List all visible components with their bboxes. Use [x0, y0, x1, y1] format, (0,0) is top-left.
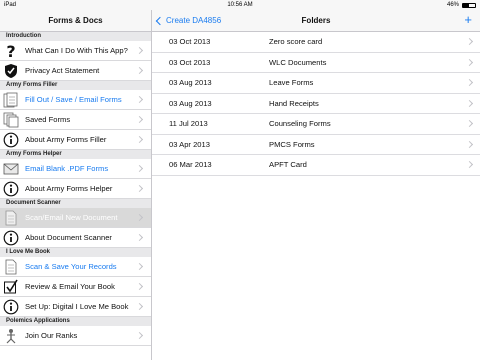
folder-name: Hand Receipts [269, 98, 319, 108]
info-icon [3, 181, 19, 197]
sidebar-item-label: About Army Forms Filler [25, 135, 107, 144]
folder-row[interactable]: 03 Oct 2013 WLC Documents [152, 53, 480, 73]
chevron-right-icon [135, 135, 144, 144]
folder-row[interactable]: 03 Oct 2013 Zero score card [152, 32, 480, 53]
detail-navbar: Create DA4856 Folders + [152, 10, 480, 32]
folder-row[interactable]: 03 Apr 2013 PMCS Forms [152, 135, 480, 155]
folder-name: Zero score card [269, 37, 323, 46]
chevron-right-icon [135, 184, 144, 193]
checkbox-icon [3, 279, 19, 295]
chevron-right-icon [135, 262, 144, 271]
chevron-right-icon [465, 140, 474, 148]
chevron-right-icon [135, 331, 144, 340]
section-header: Polemics Applications [0, 317, 151, 326]
chevron-right-icon [135, 213, 144, 222]
chevron-right-icon [135, 115, 144, 124]
sidebar-item-email-blank-pdf-forms[interactable]: Email Blank .PDF Forms [0, 159, 151, 179]
sidebar-item-about-army-forms-filler[interactable]: About Army Forms Filler [0, 130, 151, 150]
sidebar-item-privacy-act-statement[interactable]: Privacy Act Statement [0, 61, 151, 81]
sidebar-item-label: Saved Forms [25, 115, 71, 124]
sidebar-item-scan-save-your-records[interactable]: Scan & Save Your Records [0, 257, 151, 277]
sidebar-item-label: Scan/Email New Document [25, 213, 118, 222]
question-mark-icon: ? [3, 43, 19, 59]
sidebar-title: Forms & Docs [48, 16, 103, 25]
folder-list[interactable]: 03 Oct 2013 Zero score card 03 Oct 2013 WLC… [152, 32, 480, 360]
chevron-right-icon [465, 119, 474, 128]
section-header: Introduction [0, 32, 151, 41]
sidebar-item-label: Scan & Save Your Records [25, 262, 117, 271]
folder-date: 11 Jul 2013 [169, 119, 208, 128]
chevron-right-icon [465, 78, 474, 87]
folder-name: Counseling Forms [269, 119, 331, 128]
chevron-right-icon [135, 302, 144, 311]
svg-text:?: ? [6, 43, 15, 59]
section-header: I Love Me Book [0, 248, 151, 257]
sidebar-navbar: Forms & Docs [0, 10, 151, 32]
add-folder-button[interactable]: + [464, 10, 472, 30]
folder-row[interactable]: 03 Aug 2013 Leave Forms [152, 73, 480, 94]
folder-name: Leave Forms [269, 78, 314, 87]
soldier-icon [3, 328, 19, 344]
sidebar-item-label: Fill Out / Save / Email Forms [25, 95, 122, 104]
chevron-right-icon [135, 66, 144, 75]
sidebar-item-label: About Army Forms Helper [25, 184, 113, 193]
chevron-right-icon [135, 282, 144, 291]
sidebar-item-what-can-i-do-with-this-app[interactable]: ? What Can I Do With This App? [0, 41, 151, 61]
sidebar[interactable]: Introduction? What Can I Do With This App… [0, 32, 151, 360]
clock: 10:56 AM [227, 2, 253, 8]
sidebar-item-join-our-ranks[interactable]: Join Our Ranks [0, 326, 151, 346]
page-title: Folders [301, 16, 331, 25]
folder-row[interactable]: 03 Aug 2013 Hand Receipts [152, 94, 480, 114]
section-header: Document Scanner [0, 199, 151, 208]
info-icon [3, 230, 19, 246]
sidebar-item-review-email-your-book[interactable]: Review & Email Your Book [0, 277, 151, 297]
envelope-icon [3, 161, 19, 177]
section-header: Army Forms Filler [0, 81, 151, 90]
forms-icon [3, 92, 19, 108]
sidebar-item-about-army-forms-helper[interactable]: About Army Forms Helper [0, 179, 151, 199]
sidebar-item-label: Review & Email Your Book [25, 282, 115, 291]
folder-name: PMCS Forms [269, 139, 315, 149]
sidebar-item-fill-out-save-email-forms[interactable]: Fill Out / Save / Email Forms [0, 90, 151, 110]
document-icon [3, 259, 19, 275]
folder-date: 03 Oct 2013 [169, 57, 211, 67]
sidebar-item-label: Set Up: Digital I Love Me Book [25, 302, 129, 311]
folder-row[interactable]: 06 Mar 2013 APFT Card [152, 155, 480, 176]
chevron-right-icon [465, 160, 474, 169]
sidebar-item-label: What Can I Do With This App? [25, 46, 128, 55]
folder-name: WLC Documents [269, 57, 327, 67]
sidebar-item-label: Email Blank .PDF Forms [25, 164, 109, 173]
battery-icon [462, 2, 476, 8]
chevron-right-icon [135, 164, 144, 173]
info-icon [3, 299, 19, 315]
folder-date: 03 Aug 2013 [169, 78, 212, 87]
sidebar-item-saved-forms[interactable]: Saved Forms [0, 110, 151, 130]
sidebar-item-about-document-scanner[interactable]: About Document Scanner [0, 228, 151, 248]
folder-date: 03 Oct 2013 [169, 37, 211, 46]
section-header: Army Forms Helper [0, 150, 151, 159]
chevron-right-icon [465, 58, 474, 66]
sidebar-item-label: Join Our Ranks [25, 331, 78, 340]
shield-icon [3, 63, 19, 79]
sidebar-item-set-up-digital-i-love-me-book[interactable]: Set Up: Digital I Love Me Book [0, 297, 151, 317]
sidebar-item-label: Privacy Act Statement [25, 66, 100, 75]
chevron-right-icon [465, 37, 474, 46]
folder-date: 03 Apr 2013 [169, 139, 210, 149]
sidebar-item-scan-email-new-document[interactable]: Scan/Email New Document [0, 208, 151, 228]
folder-name: APFT Card [269, 160, 307, 169]
battery-percent: 46% [446, 2, 459, 8]
folder-row[interactable]: 11 Jul 2013 Counseling Forms [152, 114, 480, 135]
folder-date: 03 Aug 2013 [169, 98, 212, 108]
chevron-right-icon [465, 99, 474, 107]
chevron-right-icon [135, 46, 144, 55]
stacked-pages-icon [3, 112, 19, 128]
battery-indicator: 46% [447, 0, 476, 10]
chevron-right-icon [135, 233, 144, 242]
chevron-right-icon [135, 95, 144, 104]
sidebar-item-label: About Document Scanner [25, 233, 112, 242]
info-icon [3, 132, 19, 148]
document-icon [3, 210, 19, 226]
status-bar: iPad 10:56 AM 46% [0, 0, 480, 10]
folder-date: 06 Mar 2013 [169, 160, 212, 169]
